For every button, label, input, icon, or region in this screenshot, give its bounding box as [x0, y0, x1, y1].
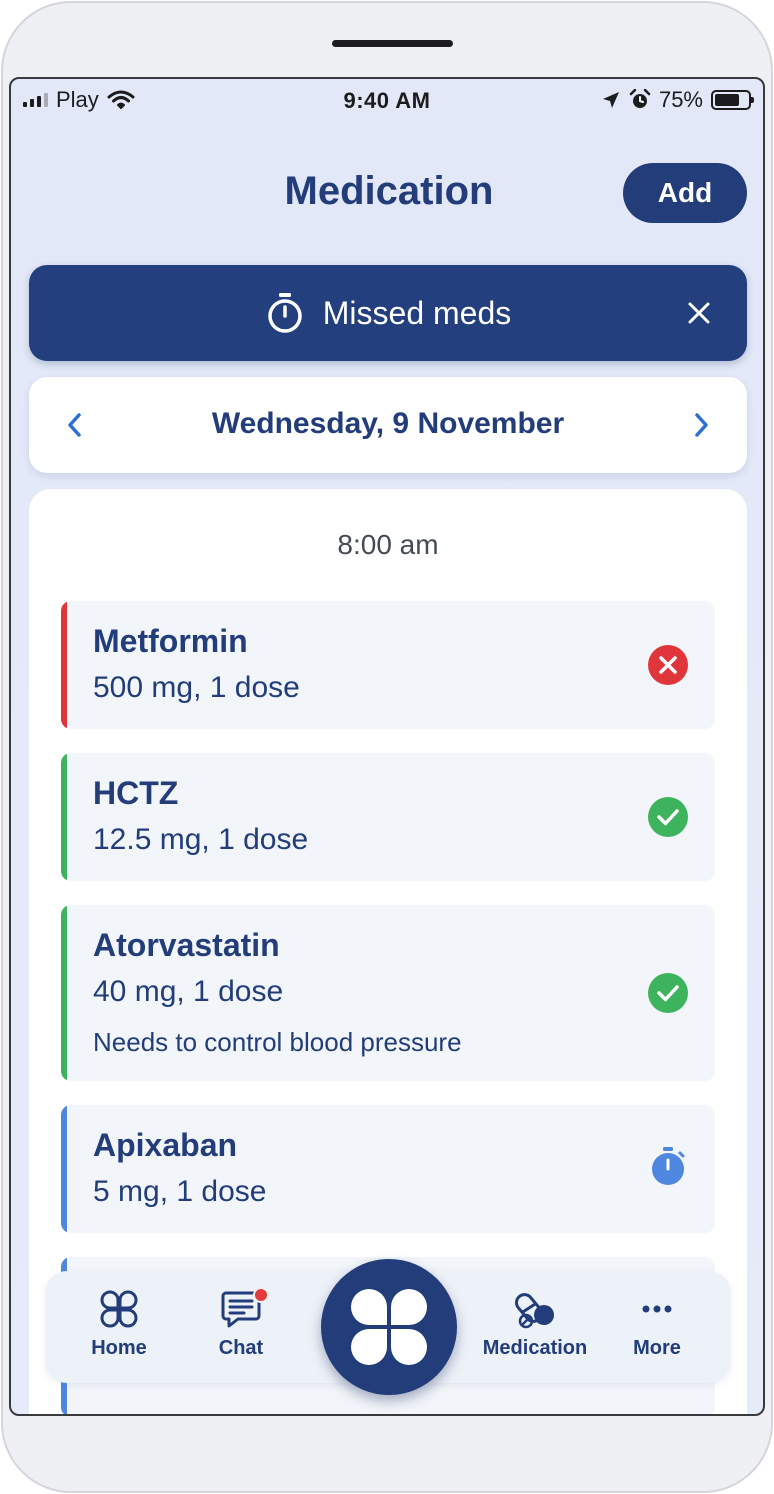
- medication-dose: 40 mg, 1 dose: [93, 975, 284, 1008]
- stopwatch-icon: [652, 1147, 685, 1185]
- home-clover-icon: [100, 1290, 138, 1328]
- medication-dose: 12.5 mg, 1 dose: [93, 823, 309, 856]
- nav-label: More: [633, 1337, 681, 1359]
- nav-medication[interactable]: Medication: [475, 1289, 595, 1360]
- taken-check-icon: [648, 973, 688, 1013]
- date-label: Wednesday, 9 November: [211, 407, 565, 440]
- status-stripe: [61, 905, 67, 1081]
- battery-fill: [715, 94, 739, 106]
- missed-x-icon: [648, 645, 688, 685]
- missed-meds-banner[interactable]: Missed meds: [29, 265, 747, 361]
- stopwatch-icon: [268, 293, 302, 333]
- nav-more[interactable]: More: [597, 1289, 717, 1360]
- nav-chat[interactable]: Chat: [181, 1287, 301, 1360]
- pill-icon: [515, 1293, 554, 1329]
- nav-label: Medication: [482, 1337, 588, 1359]
- close-icon[interactable]: [681, 295, 717, 331]
- missed-meds-content: Missed meds: [29, 265, 747, 361]
- medication-item[interactable]: Atorvastatin 40 mg, 1 dose Needs to cont…: [61, 905, 715, 1081]
- medication-note: Needs to control blood pressure: [93, 1027, 462, 1057]
- nav-home[interactable]: Home: [59, 1289, 179, 1360]
- medication-name: Atorvastatin: [93, 927, 280, 963]
- status-stripe: [61, 753, 67, 881]
- medication-item[interactable]: Metformin 500 mg, 1 dose: [61, 601, 715, 729]
- phone-speaker: [332, 40, 453, 47]
- medication-dose: 5 mg, 1 dose: [93, 1175, 267, 1208]
- nav-label: Chat: [218, 1337, 264, 1359]
- missed-meds-label: Missed meds: [322, 294, 512, 331]
- chevron-right-icon[interactable]: [689, 411, 713, 439]
- taken-check-icon: [648, 797, 688, 837]
- status-stripe: [61, 1105, 67, 1233]
- medication-name: HCTZ: [93, 775, 179, 811]
- battery-percent: 75%: [658, 87, 703, 112]
- status-stripe: [61, 601, 67, 729]
- add-button[interactable]: Add: [623, 163, 747, 223]
- medication-item[interactable]: Apixaban 5 mg, 1 dose: [61, 1105, 715, 1233]
- medication-item[interactable]: HCTZ 12.5 mg, 1 dose: [61, 753, 715, 881]
- status-right: 75%: [601, 87, 754, 113]
- clover-icon: [351, 1289, 427, 1365]
- center-action-button[interactable]: [321, 1259, 457, 1395]
- medication-name: Apixaban: [93, 1127, 238, 1163]
- medication-name: Metformin: [93, 623, 248, 659]
- alarm-icon: [629, 89, 651, 108]
- status-bar: Play 9:40 AM 75%: [11, 79, 763, 123]
- date-navigator: Wednesday, 9 November: [29, 377, 747, 473]
- medication-dose: 500 mg, 1 dose: [93, 671, 300, 704]
- battery-icon: [711, 90, 754, 110]
- screen: Play 9:40 AM 75% Medication Add Missed m…: [9, 77, 765, 1416]
- schedule-time: 8:00 am: [337, 529, 439, 560]
- nav-label: Home: [91, 1337, 147, 1359]
- chat-notification-badge: [253, 1287, 269, 1303]
- location-arrow-icon: [602, 92, 619, 108]
- more-icon: [642, 1305, 672, 1313]
